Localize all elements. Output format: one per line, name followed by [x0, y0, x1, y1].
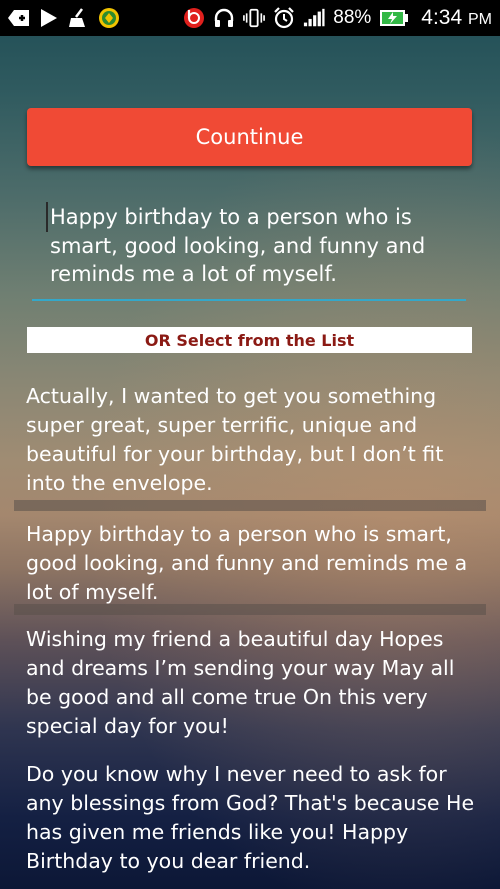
alarm-icon: [273, 7, 295, 29]
signal-icon: [303, 7, 325, 29]
list-divider: [14, 604, 486, 615]
clock: 4:34 PM: [421, 6, 492, 30]
status-bar: 88% 4:34 PM: [0, 0, 500, 36]
clock-time: 4:34: [421, 6, 463, 29]
list-item[interactable]: Do you know why I never need to ask for …: [26, 760, 486, 876]
message-input[interactable]: Happy birthday to a person who is smart,…: [32, 199, 466, 301]
battery-icon: [379, 7, 409, 29]
list-divider: [14, 500, 486, 511]
list-item[interactable]: Actually, I wanted to get you something …: [26, 382, 486, 498]
app-icon: [98, 7, 120, 29]
continue-button[interactable]: Countinue: [27, 108, 472, 166]
beats-icon: [183, 7, 205, 29]
play-icon: [38, 7, 60, 29]
message-input-value: Happy birthday to a person who is smart,…: [50, 205, 426, 286]
list-item[interactable]: Wishing my friend a beautiful day Hopes …: [26, 625, 486, 741]
text-cursor: [46, 202, 48, 232]
list-item[interactable]: Happy birthday to a person who is smart,…: [26, 520, 486, 607]
vibrate-icon: [243, 7, 266, 29]
battery-percent: 88%: [333, 7, 372, 28]
clock-suffix: PM: [468, 11, 492, 28]
add-icon: [8, 7, 30, 29]
headset-icon: [213, 7, 235, 29]
or-select-label: OR Select from the List: [27, 327, 472, 353]
cleaner-icon: [68, 7, 90, 29]
